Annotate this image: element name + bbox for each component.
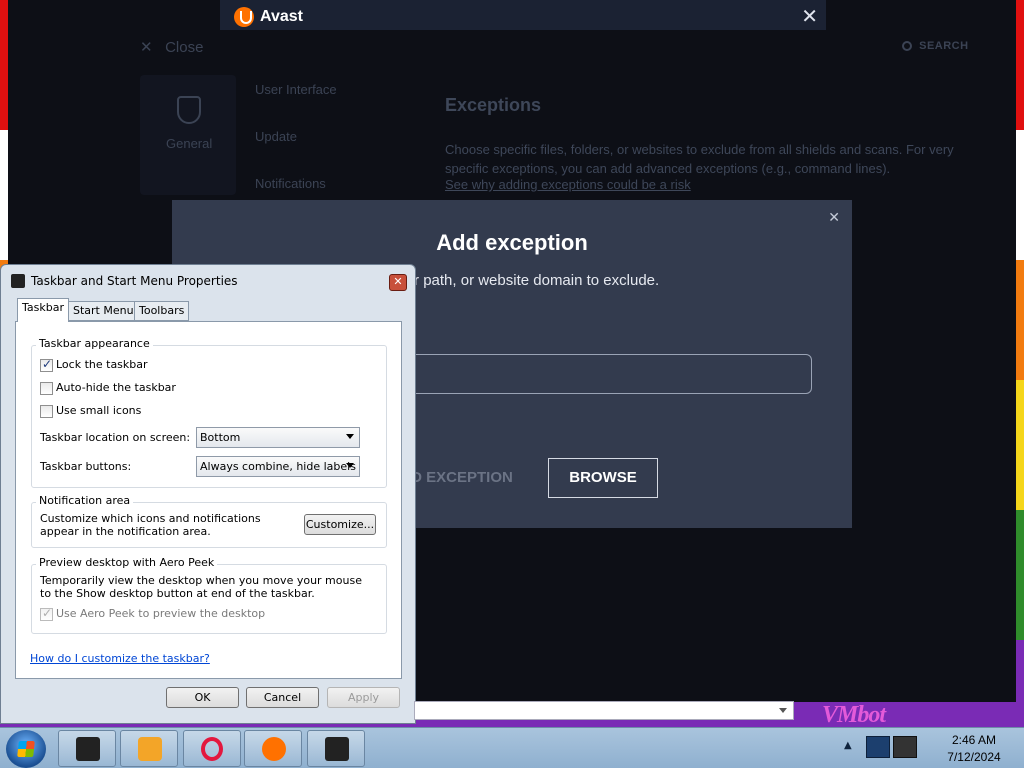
taskbar-item-hat-app[interactable]	[58, 730, 116, 767]
chevron-down-icon	[779, 708, 787, 713]
ok-button[interactable]: OK	[166, 687, 239, 708]
chevron-down-icon	[346, 434, 354, 439]
checkbox-label: Use Aero Peek to preview the desktop	[56, 607, 266, 620]
nav-general-label: General	[166, 136, 213, 151]
location-label: Taskbar location on screen:	[40, 431, 191, 444]
shield-icon	[177, 96, 201, 124]
exceptions-risk-link[interactable]: See why adding exceptions could be a ris…	[445, 177, 691, 192]
taskbar-properties-dialog: Taskbar and Start Menu Properties ✕ Task…	[0, 264, 416, 724]
tab-panel-taskbar: Taskbar appearance Lock the taskbar Auto…	[15, 321, 402, 679]
app-tray-icon[interactable]	[893, 736, 917, 758]
taskbar-item-hat-app-2[interactable]	[307, 730, 365, 767]
tab-start-menu[interactable]: Start Menu	[68, 301, 139, 321]
close-icon[interactable]: ✕	[828, 210, 840, 226]
cancel-button[interactable]: Cancel	[246, 687, 319, 708]
checkbox-label: Auto-hide the taskbar	[56, 381, 176, 394]
aero-peek-checkbox	[40, 606, 53, 621]
aero-description: Temporarily view the desktop when you mo…	[40, 574, 362, 600]
search-icon	[902, 41, 912, 52]
chevron-down-icon	[346, 463, 354, 468]
vmbot-watermark: VMbot	[822, 702, 886, 728]
avast-close-icon[interactable]: ✕	[801, 4, 818, 28]
browse-button[interactable]: BROWSE	[548, 458, 658, 498]
taskbar-buttons-select[interactable]: Always combine, hide labels	[196, 456, 360, 477]
small-icons-checkbox[interactable]	[40, 405, 53, 418]
notification-description: Customize which icons and notifications …	[40, 512, 261, 538]
settings-close-button[interactable]: ✕ Close	[140, 38, 203, 56]
help-link[interactable]: How do I customize the taskbar?	[30, 652, 210, 665]
clock-time: 2:46 AM	[951, 733, 997, 747]
show-hidden-icons-button[interactable]: ▲	[844, 740, 856, 752]
black-hat-app-icon	[325, 737, 349, 761]
avast-icon	[262, 737, 286, 761]
exceptions-title: Exceptions	[445, 95, 542, 115]
apply-button: Apply	[327, 687, 400, 708]
settings-item-notifications[interactable]: Notifications	[255, 176, 326, 191]
group-title: Preview desktop with Aero Peek	[36, 556, 218, 569]
network-tray-icon[interactable]	[866, 736, 890, 758]
taskbar-item-avast[interactable]	[244, 730, 302, 767]
group-title: Notification area	[36, 494, 134, 507]
tab-taskbar[interactable]: Taskbar	[17, 298, 69, 322]
close-icon: ✕	[140, 39, 153, 56]
avast-titlebar: Avast ✕	[220, 0, 826, 30]
exceptions-description-text: Choose specific files, folders, or websi…	[445, 142, 954, 176]
tab-toolbars[interactable]: Toolbars	[134, 301, 190, 321]
media-player-icon	[138, 737, 162, 761]
select-value: Always combine, hide labels	[200, 460, 356, 473]
close-label: Close	[165, 39, 204, 56]
taskbar-location-select[interactable]: Bottom	[196, 427, 360, 448]
black-hat-app-icon	[76, 737, 100, 761]
lock-taskbar-checkbox[interactable]	[40, 357, 53, 372]
windows-taskbar: ▲ 2:46 AM 7/12/2024	[0, 727, 1024, 768]
system-clock[interactable]: 2:46 AM 7/12/2024	[930, 732, 1018, 766]
close-icon[interactable]: ✕	[389, 274, 407, 291]
clock-date: 7/12/2024	[947, 750, 1001, 764]
settings-search-button[interactable]: SEARCH	[902, 40, 969, 52]
group-title: Taskbar appearance	[36, 337, 153, 350]
settings-item-update[interactable]: Update	[255, 129, 297, 144]
select-value: Bottom	[200, 431, 241, 444]
checkbox-label: Use small icons	[56, 404, 142, 417]
buttons-label: Taskbar buttons:	[40, 460, 132, 473]
taskbar-item-media-player[interactable]	[120, 730, 178, 767]
nav-general[interactable]	[140, 75, 236, 195]
avast-title: Avast	[260, 8, 303, 25]
start-button[interactable]	[6, 730, 46, 768]
search-label: SEARCH	[919, 40, 969, 52]
hat-icon	[11, 274, 25, 288]
dialog-title: Add exception	[436, 230, 588, 255]
dialog-title: Taskbar and Start Menu Properties	[31, 274, 238, 288]
autohide-checkbox[interactable]	[40, 382, 53, 395]
customize-button[interactable]: Customize...	[304, 514, 376, 535]
exceptions-description: Choose specific files, folders, or websi…	[445, 140, 965, 178]
address-combobox[interactable]	[414, 701, 794, 720]
windows-logo-icon	[17, 741, 35, 757]
checkbox-label: Lock the taskbar	[56, 358, 148, 371]
settings-item-user-interface[interactable]: User Interface	[255, 82, 337, 97]
taskbar-item-opera[interactable]	[183, 730, 241, 767]
avast-logo-icon	[234, 7, 254, 27]
opera-icon	[201, 737, 223, 761]
